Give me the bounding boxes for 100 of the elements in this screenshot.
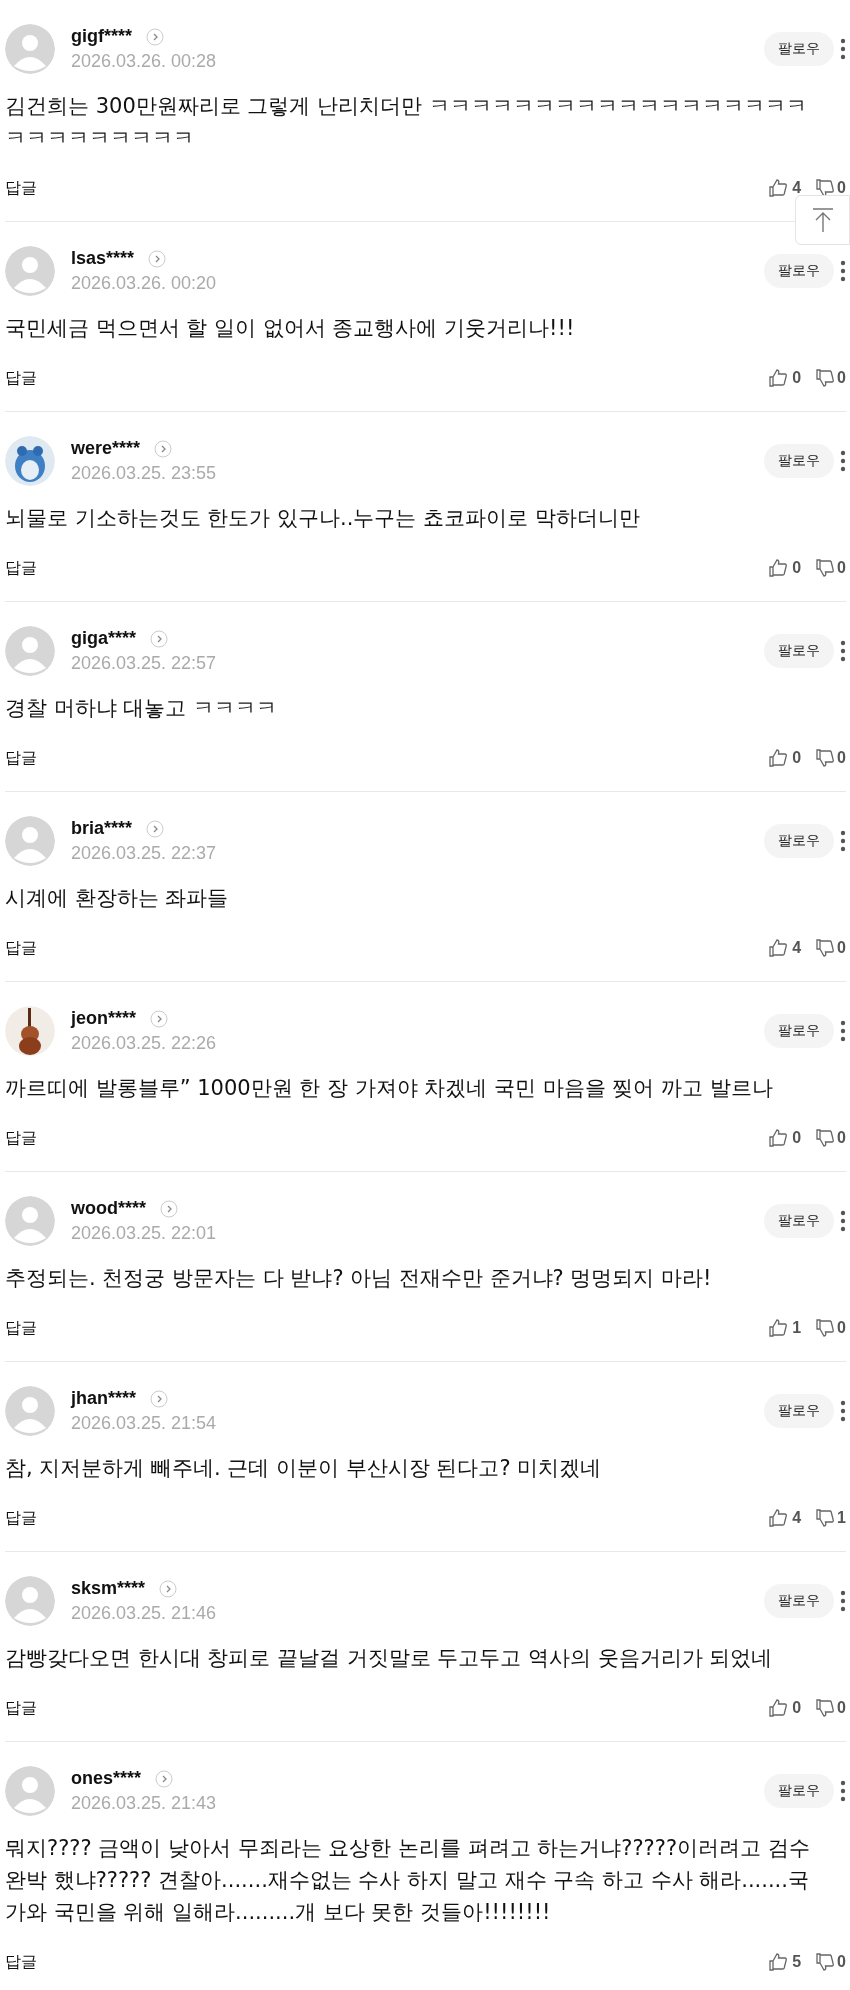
dislike-count: 1 (837, 1509, 846, 1527)
comment-text: 뇌물로 기소하는것도 한도가 있구나..누구는 쵸코파이로 막하더니만 (5, 505, 641, 532)
avatar-icon (5, 1576, 55, 1626)
more-icon[interactable] (840, 1210, 846, 1232)
more-icon[interactable] (840, 830, 846, 852)
follow-button[interactable]: 팔로우 (764, 1584, 834, 1618)
comment-text: 시계에 환장하는 좌파들 (5, 885, 230, 912)
comment-text: 경찰 머하냐 대놓고 ㅋㅋㅋㅋ (5, 695, 279, 722)
thumbs-down-icon[interactable] (815, 748, 836, 768)
thumbs-up-icon[interactable] (768, 368, 789, 388)
comment-date: 2026.03.25. 23:55 (71, 463, 218, 484)
comment-date: 2026.03.25. 21:43 (71, 1793, 218, 1814)
reply-link[interactable]: 답글 (5, 557, 769, 579)
reply-link[interactable]: 답글 (5, 1127, 769, 1149)
like-count: 4 (792, 1509, 802, 1527)
avatar-icon (5, 1766, 55, 1816)
more-icon[interactable] (840, 640, 846, 662)
username[interactable]: wood**** (71, 1198, 146, 1219)
thumbs-up-icon[interactable] (768, 1698, 789, 1718)
more-icon[interactable] (840, 1020, 846, 1042)
comment-date: 2026.03.25. 22:26 (71, 1033, 218, 1054)
thumbs-down-icon[interactable] (815, 178, 836, 198)
username[interactable]: jeon**** (71, 1008, 137, 1029)
follow-button[interactable]: 팔로우 (764, 824, 834, 858)
username[interactable]: giga**** (71, 628, 137, 649)
comment-date: 2026.03.26. 00:20 (71, 273, 218, 294)
username[interactable]: bria**** (71, 818, 133, 839)
more-icon[interactable] (840, 1400, 846, 1422)
thumbs-down-icon[interactable] (815, 558, 836, 578)
follow-button[interactable]: 팔로우 (764, 634, 834, 668)
comment-date: 2026.03.25. 21:54 (71, 1413, 218, 1434)
avatar-icon (5, 626, 55, 676)
avatar-icon (5, 24, 55, 74)
avatar-icon (5, 816, 55, 866)
username[interactable]: sksm**** (71, 1578, 146, 1599)
like-count: 0 (792, 1699, 802, 1717)
thumbs-up-icon[interactable] (768, 938, 789, 958)
thumbs-up-icon[interactable] (768, 1508, 789, 1528)
thumbs-down-icon[interactable] (815, 1952, 836, 1972)
dislike-count: 0 (837, 939, 846, 957)
follow-button[interactable]: 팔로우 (764, 32, 834, 66)
avatar-icon (5, 1196, 55, 1246)
reply-link[interactable]: 답글 (5, 1951, 769, 1973)
thumbs-down-icon[interactable] (815, 1508, 836, 1528)
username[interactable]: gigf**** (71, 26, 132, 47)
like-count: 0 (792, 559, 802, 577)
dislike-count: 0 (837, 1699, 846, 1717)
comment-date: 2026.03.25. 21:46 (71, 1603, 218, 1624)
follow-button[interactable]: 팔로우 (764, 1014, 834, 1048)
more-icon[interactable] (840, 450, 846, 472)
reply-link[interactable]: 답글 (5, 367, 769, 389)
more-icon[interactable] (840, 1590, 846, 1612)
thumbs-down-icon[interactable] (815, 368, 836, 388)
reply-link[interactable]: 답글 (5, 937, 769, 959)
thumbs-up-icon[interactable] (768, 1952, 789, 1972)
reply-link[interactable]: 답글 (5, 1697, 769, 1719)
thumbs-down-icon[interactable] (815, 1128, 836, 1148)
dislike-count: 0 (837, 179, 846, 197)
comment-date: 2026.03.25. 22:01 (71, 1223, 218, 1244)
more-icon[interactable] (840, 1780, 846, 1802)
reply-link[interactable]: 답글 (5, 177, 769, 199)
username[interactable]: were**** (71, 438, 141, 459)
like-count: 0 (792, 749, 802, 767)
avatar-icon (5, 246, 55, 296)
comment-text: 까르띠에 발롱블루” 1000만원 한 장 가져야 차겠네 국민 마음을 찢어 까고 발르나 (5, 1075, 774, 1102)
dislike-count: 0 (837, 1129, 846, 1147)
thumbs-up-icon[interactable] (768, 178, 789, 198)
reply-link[interactable]: 답글 (5, 1507, 769, 1529)
dislike-count: 0 (837, 1319, 846, 1337)
thumbs-down-icon[interactable] (815, 938, 836, 958)
like-count: 4 (792, 939, 802, 957)
like-count: 1 (792, 1319, 802, 1337)
follow-button[interactable]: 팔로우 (764, 444, 834, 478)
follow-button[interactable]: 팔로우 (764, 254, 834, 288)
comment-date: 2026.03.26. 00:28 (71, 51, 218, 72)
scroll-top-button[interactable] (795, 195, 850, 245)
dislike-count: 0 (837, 369, 846, 387)
dislike-count: 0 (837, 559, 846, 577)
comment-text: 추정되는. 천정궁 방문자는 다 받냐? 아님 전재수만 준거냐? 멍멍되지 마라! (5, 1265, 713, 1292)
follow-button[interactable]: 팔로우 (764, 1394, 834, 1428)
thumbs-up-icon[interactable] (768, 1318, 789, 1338)
dislike-count: 0 (837, 749, 846, 767)
thumbs-down-icon[interactable] (815, 1318, 836, 1338)
reply-link[interactable]: 답글 (5, 747, 769, 769)
username[interactable]: ones**** (71, 1768, 142, 1789)
comment-text: 감빵갖다오면 한시대 창피로 끝날걸 거짓말로 두고두고 역사의 웃음거리가 되었네 (5, 1645, 774, 1672)
follow-button[interactable]: 팔로우 (764, 1204, 834, 1238)
thumbs-up-icon[interactable] (768, 748, 789, 768)
username[interactable]: lsas**** (71, 248, 135, 269)
comment-text: 김건희는 300만원짜리로 그렇게 난리치더만 ㅋㅋㅋㅋㅋㅋㅋㅋㅋㅋㅋㅋㅋㅋㅋㅋㅋㅋㅋㅋㅋㅋㅋㅋㅋㅋㅋ (5, 93, 808, 152)
follow-button[interactable]: 팔로우 (764, 1774, 834, 1808)
like-count: 0 (792, 369, 802, 387)
thumbs-up-icon[interactable] (768, 558, 789, 578)
username[interactable]: jhan**** (71, 1388, 137, 1409)
reply-link[interactable]: 답글 (5, 1317, 769, 1339)
comment-text: 참, 지저분하게 빼주네. 근데 이분이 부산시장 된다고? 미치겠네 (5, 1455, 603, 1482)
thumbs-down-icon[interactable] (815, 1698, 836, 1718)
more-icon[interactable] (840, 260, 846, 282)
more-icon[interactable] (840, 38, 846, 60)
thumbs-up-icon[interactable] (768, 1128, 789, 1148)
